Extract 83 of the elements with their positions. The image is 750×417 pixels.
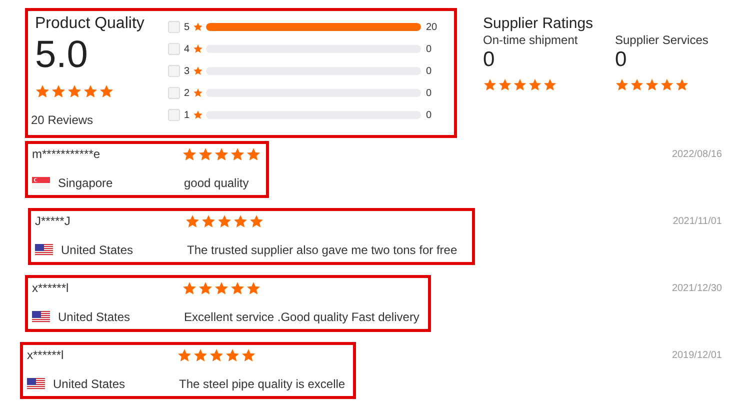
- review-text: Excellent service .Good quality Fast delivery: [184, 309, 420, 326]
- star-icon: [675, 78, 689, 92]
- user-name: m***********e: [32, 146, 102, 163]
- score: 5.0: [35, 34, 89, 76]
- star-icon: [182, 146, 197, 162]
- review-date: 2022/08/16: [672, 148, 722, 162]
- star-icon: [193, 22, 203, 32]
- star-icon: [513, 78, 527, 92]
- star-icon: [249, 214, 264, 228]
- rating-count: 0: [426, 108, 432, 122]
- star-icon: [230, 280, 245, 296]
- star-icon: [83, 84, 98, 99]
- star-icon: [177, 348, 192, 362]
- review-date: 2021/11/01: [672, 215, 722, 229]
- country: United States: [61, 242, 134, 259]
- review-date: 2021/12/30: [672, 282, 722, 296]
- flag-icon: [35, 244, 53, 256]
- star-icon: [241, 348, 256, 362]
- star-icon: [193, 44, 203, 54]
- star-icon: [67, 84, 82, 99]
- filter-checkbox[interactable]: [168, 87, 180, 99]
- star-label: 3: [184, 64, 191, 78]
- review-text: good quality: [184, 175, 249, 192]
- star-label: 5: [184, 20, 191, 34]
- flag-icon: [32, 177, 50, 189]
- star-icon: [214, 146, 229, 162]
- star-icon: [217, 214, 232, 228]
- filter-checkbox[interactable]: [168, 21, 180, 33]
- star-icon: [246, 280, 261, 296]
- star-icon: [645, 78, 659, 92]
- user-name: x******l: [32, 280, 70, 297]
- rating-count: 20: [426, 20, 438, 34]
- country: United States: [53, 376, 126, 393]
- star-icon: [230, 146, 245, 162]
- star-label: 2: [184, 86, 191, 100]
- star-icon: [483, 78, 497, 92]
- star-icon: [35, 84, 50, 99]
- rating-count: 0: [426, 42, 432, 56]
- section-title: Product Quality: [35, 14, 146, 34]
- star-icon: [51, 84, 66, 99]
- star-icon: [660, 78, 674, 92]
- star-icon: [182, 280, 197, 296]
- star-icon: [528, 78, 542, 92]
- review-text: The steel pipe quality is excelle: [179, 376, 346, 393]
- flag-icon: [32, 311, 50, 323]
- score: 0: [615, 47, 628, 73]
- star-icon: [246, 146, 261, 162]
- review-date: 2019/12/01: [672, 349, 722, 363]
- star-icon: [99, 84, 114, 99]
- star-icon: [615, 78, 629, 92]
- review-text: The trusted supplier also gave me two tons for free: [187, 242, 458, 259]
- star-icon: [201, 214, 216, 228]
- star-icon: [214, 280, 229, 296]
- reviews-count: 20 Reviews: [31, 112, 94, 129]
- star-label: 1: [184, 108, 191, 122]
- user-name: J*****J: [35, 213, 72, 230]
- star-icon: [198, 146, 213, 162]
- star-icon: [198, 280, 213, 296]
- flag-icon: [27, 378, 45, 390]
- rating-label: Supplier Services: [615, 33, 710, 47]
- filter-checkbox[interactable]: [168, 109, 180, 121]
- star-icon: [193, 88, 203, 98]
- star-label: 4: [184, 42, 191, 56]
- star-icon: [193, 110, 203, 120]
- star-icon: [225, 348, 240, 362]
- star-icon: [498, 78, 512, 92]
- filter-checkbox[interactable]: [168, 65, 180, 77]
- score: 0: [483, 47, 496, 73]
- country: Singapore: [58, 175, 114, 192]
- rating-count: 0: [426, 86, 432, 100]
- rating-label: On-time shipment: [483, 33, 579, 47]
- star-icon: [543, 78, 557, 92]
- star-icon: [209, 348, 224, 362]
- user-name: x******l: [27, 347, 65, 364]
- rating-count: 0: [426, 64, 432, 78]
- country: United States: [58, 309, 132, 326]
- filter-checkbox[interactable]: [168, 43, 180, 55]
- star-icon: [630, 78, 644, 92]
- star-icon: [193, 66, 203, 76]
- star-icon: [193, 348, 208, 362]
- section-title: Supplier Ratings: [483, 15, 594, 33]
- star-icon: [185, 214, 200, 228]
- star-icon: [233, 214, 248, 228]
